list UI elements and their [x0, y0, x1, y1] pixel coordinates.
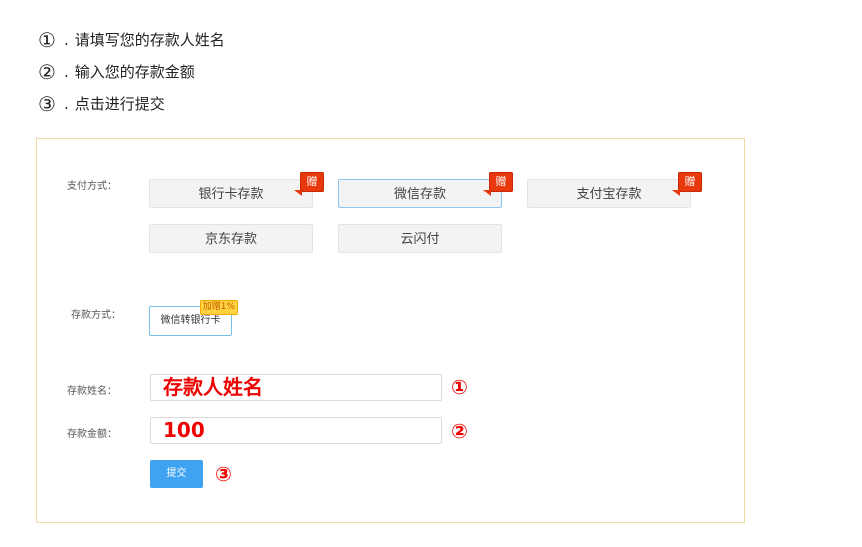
step-marker-2: ② [451, 419, 468, 443]
step-text: 输入您的存款金额 [74, 63, 195, 81]
payment-option-label: 云闪付 [400, 232, 440, 247]
payment-option-alipay[interactable]: 支付宝存款 赠 [527, 172, 702, 208]
step-dot: . [64, 31, 69, 49]
payment-option-jd[interactable]: 京东存款 [149, 224, 313, 253]
step-number: ① [38, 28, 56, 52]
instruction-list: ① . 请填写您的存款人姓名 ② . 输入您的存款金额 ③ . 点击进行提交 [36, 24, 225, 120]
deposit-form-panel: 支付方式： 银行卡存款 赠 微信存款 赠 支付宝存款 赠 京东存款 云闪付 存款… [36, 138, 745, 523]
deposit-method-wechat-to-bank[interactable]: 微信转银行卡 加赠1% [149, 300, 238, 336]
deposit-amount-label: 存款金额： [67, 429, 117, 440]
payment-option-label: 支付宝存款 [576, 187, 642, 202]
step-marker-1: ① [451, 375, 468, 399]
bonus-badge: 加赠1% [199, 300, 238, 315]
step-number: ② [38, 60, 56, 84]
payment-option-label: 银行卡存款 [198, 187, 264, 202]
step-text: 请填写您的存款人姓名 [74, 31, 225, 49]
depositor-name-input[interactable]: 存款人姓名 [150, 374, 442, 401]
instruction-step-1: ① . 请填写您的存款人姓名 [36, 24, 225, 56]
deposit-method-text: 微信转银行卡 [160, 315, 221, 326]
instruction-step-3: ③ . 点击进行提交 [36, 88, 225, 120]
payment-option-bank-card[interactable]: 银行卡存款 赠 [149, 172, 324, 208]
payment-option-label: 京东存款 [204, 232, 257, 247]
payment-option-wechat[interactable]: 微信存款 赠 [338, 172, 513, 208]
step-text: 点击进行提交 [74, 95, 165, 113]
step-dot: . [64, 95, 69, 113]
deposit-method-label: 存款方式： [71, 310, 121, 321]
step-dot: . [64, 63, 69, 81]
step-number: ③ [38, 92, 56, 116]
deposit-amount-input[interactable]: 100 [150, 417, 442, 444]
payment-method-label: 支付方式： [67, 181, 117, 192]
step-marker-3: ③ [215, 462, 232, 486]
instruction-step-2: ② . 输入您的存款金额 [36, 56, 225, 88]
depositor-name-label: 存款姓名： [67, 386, 117, 397]
gift-badge-icon: 赠 [294, 172, 324, 196]
payment-option-label: 微信存款 [393, 187, 446, 202]
payment-option-unionpay-quickpass[interactable]: 云闪付 [338, 224, 502, 253]
submit-button[interactable]: 提交 [150, 460, 203, 488]
gift-badge-icon: 赠 [483, 172, 513, 196]
gift-badge-icon: 赠 [672, 172, 702, 196]
